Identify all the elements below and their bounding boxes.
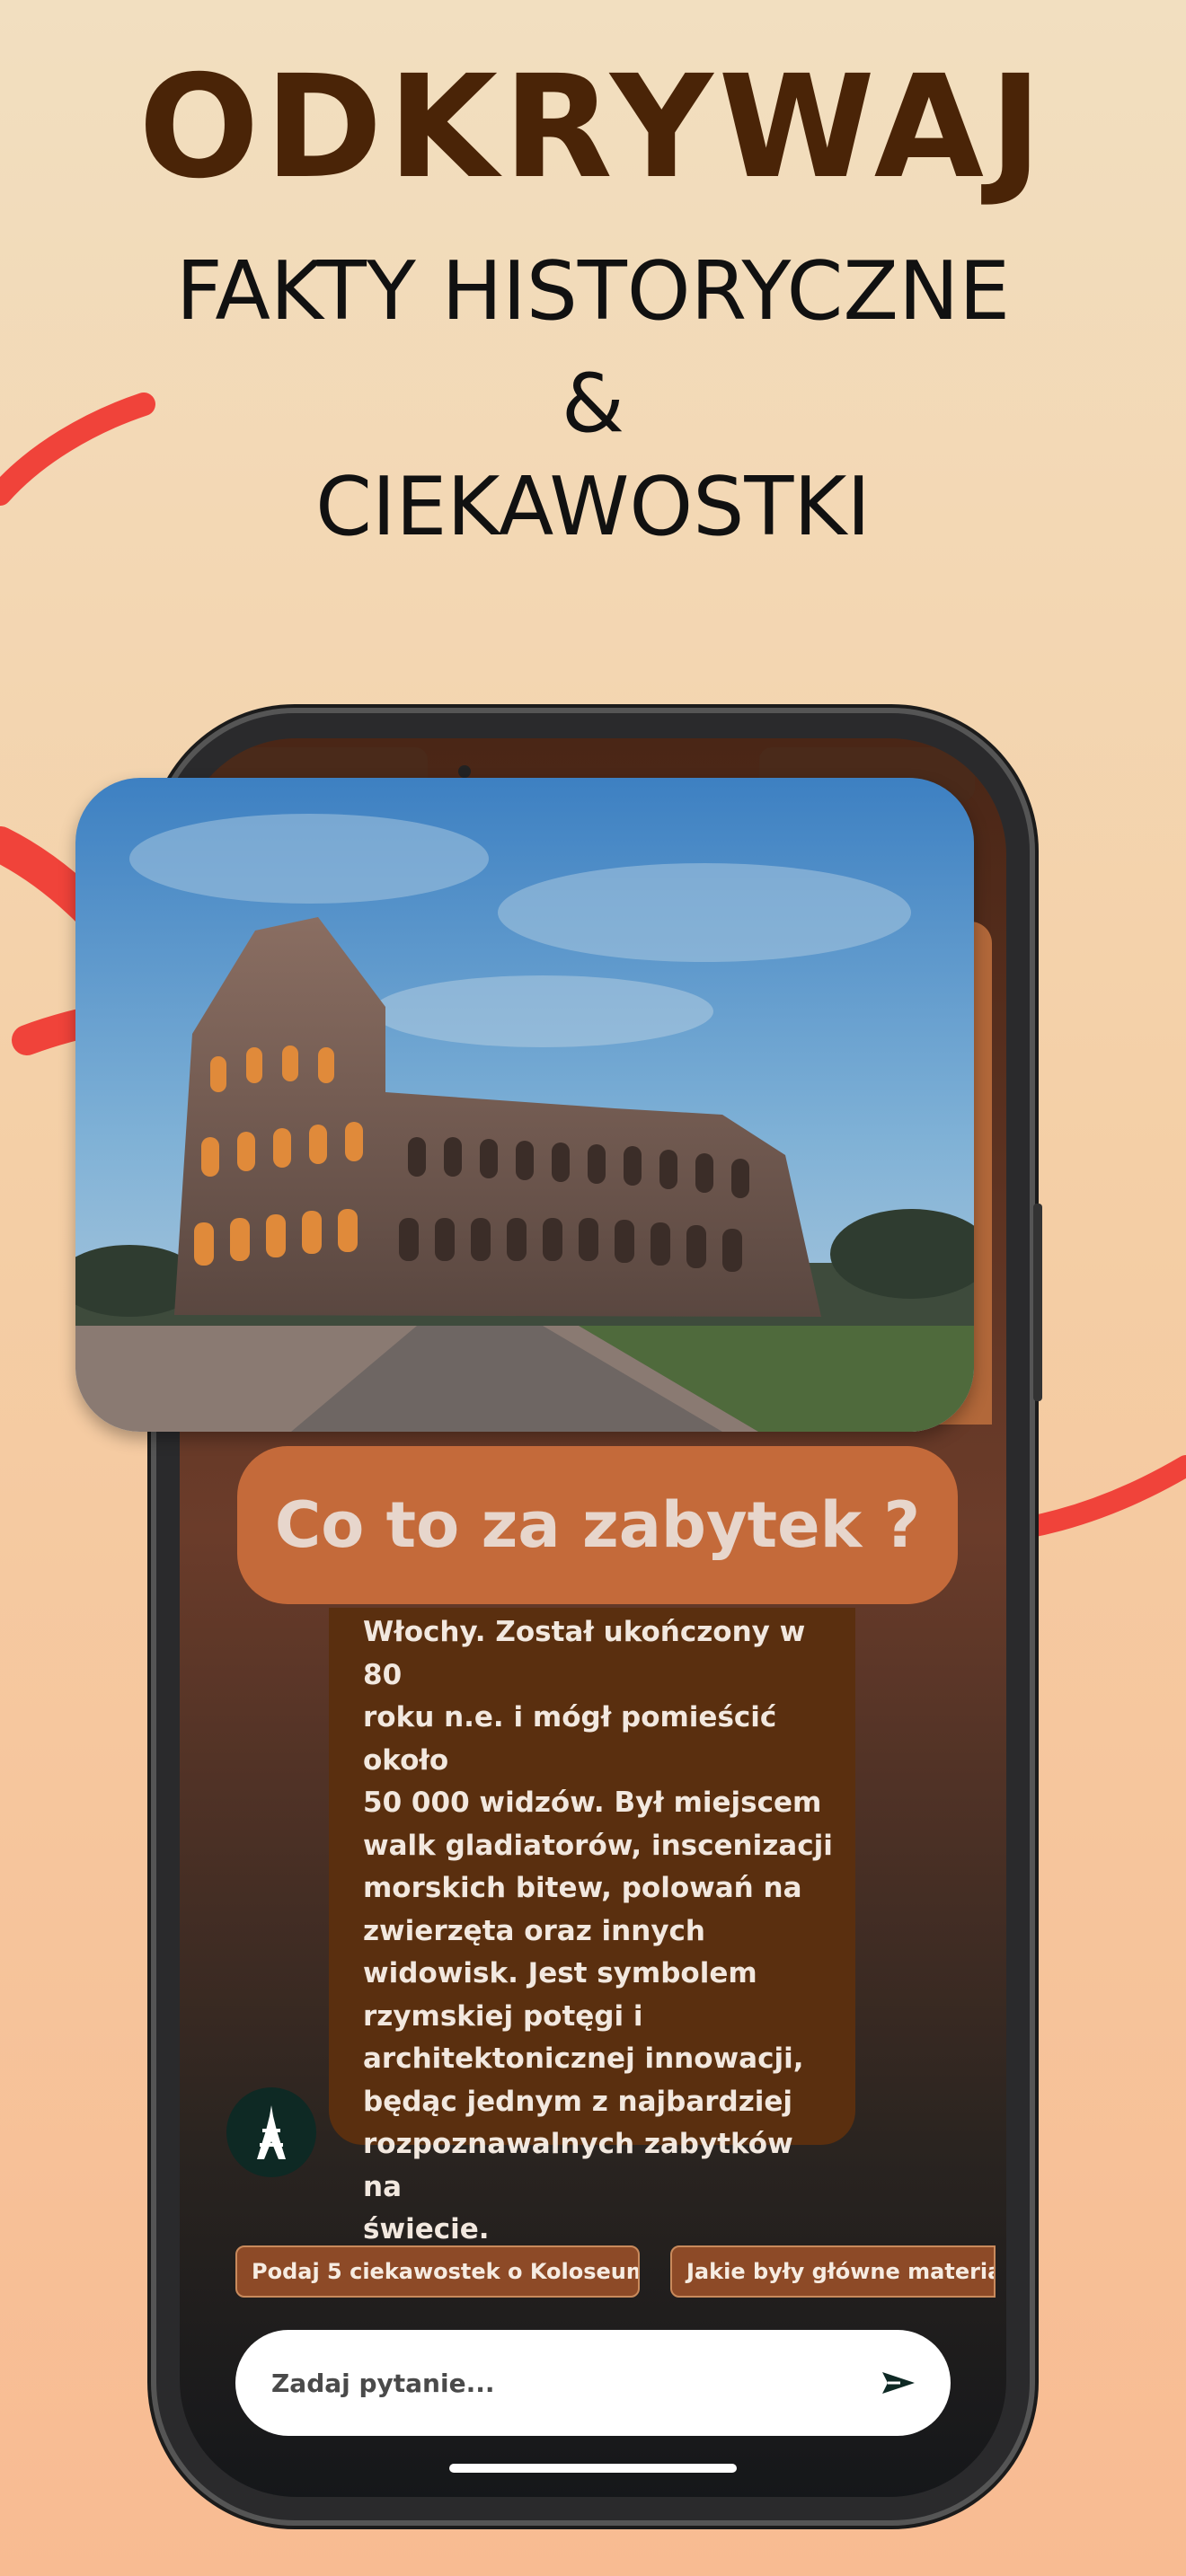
subtitle-line-3: CIEKAWOSTKI	[315, 460, 871, 554]
question-input-bar[interactable]	[235, 2330, 951, 2436]
send-button[interactable]	[881, 2369, 916, 2397]
suggestion-chip-1[interactable]: Podaj 5 ciekawostek o Koloseum	[235, 2245, 640, 2298]
colosseum-photo	[75, 778, 974, 1432]
suggestion-chip-2-label: Jakie były główne materiały	[686, 2259, 996, 2284]
suggestion-chip-2[interactable]: Jakie były główne materiały	[670, 2245, 996, 2298]
subtitle-line-2: &	[561, 357, 625, 451]
eiffel-tower-icon	[257, 2105, 286, 2159]
send-icon	[882, 2372, 915, 2394]
answer-bubble: Włochy. Został ukończony w 80 roku n.e. …	[329, 1608, 855, 2245]
headline: ODKRYWAJ	[138, 45, 1048, 210]
question-text: Co to za zabytek ?	[274, 1488, 921, 1562]
camera-icon	[458, 765, 471, 778]
bot-avatar	[226, 2087, 316, 2177]
question-input[interactable]	[270, 2367, 812, 2399]
subtitle-line-1: FAKTY HISTORYCZNE	[175, 244, 1011, 339]
arrow-top-left-icon	[0, 393, 155, 506]
home-indicator	[449, 2464, 737, 2473]
answer-text: Włochy. Został ukończony w 80 roku n.e. …	[363, 1616, 833, 2245]
question-bubble: Co to za zabytek ?	[237, 1446, 958, 1604]
suggestion-chip-1-label: Podaj 5 ciekawostek o Koloseum	[252, 2259, 640, 2284]
phone-side-button	[1033, 1204, 1042, 1401]
